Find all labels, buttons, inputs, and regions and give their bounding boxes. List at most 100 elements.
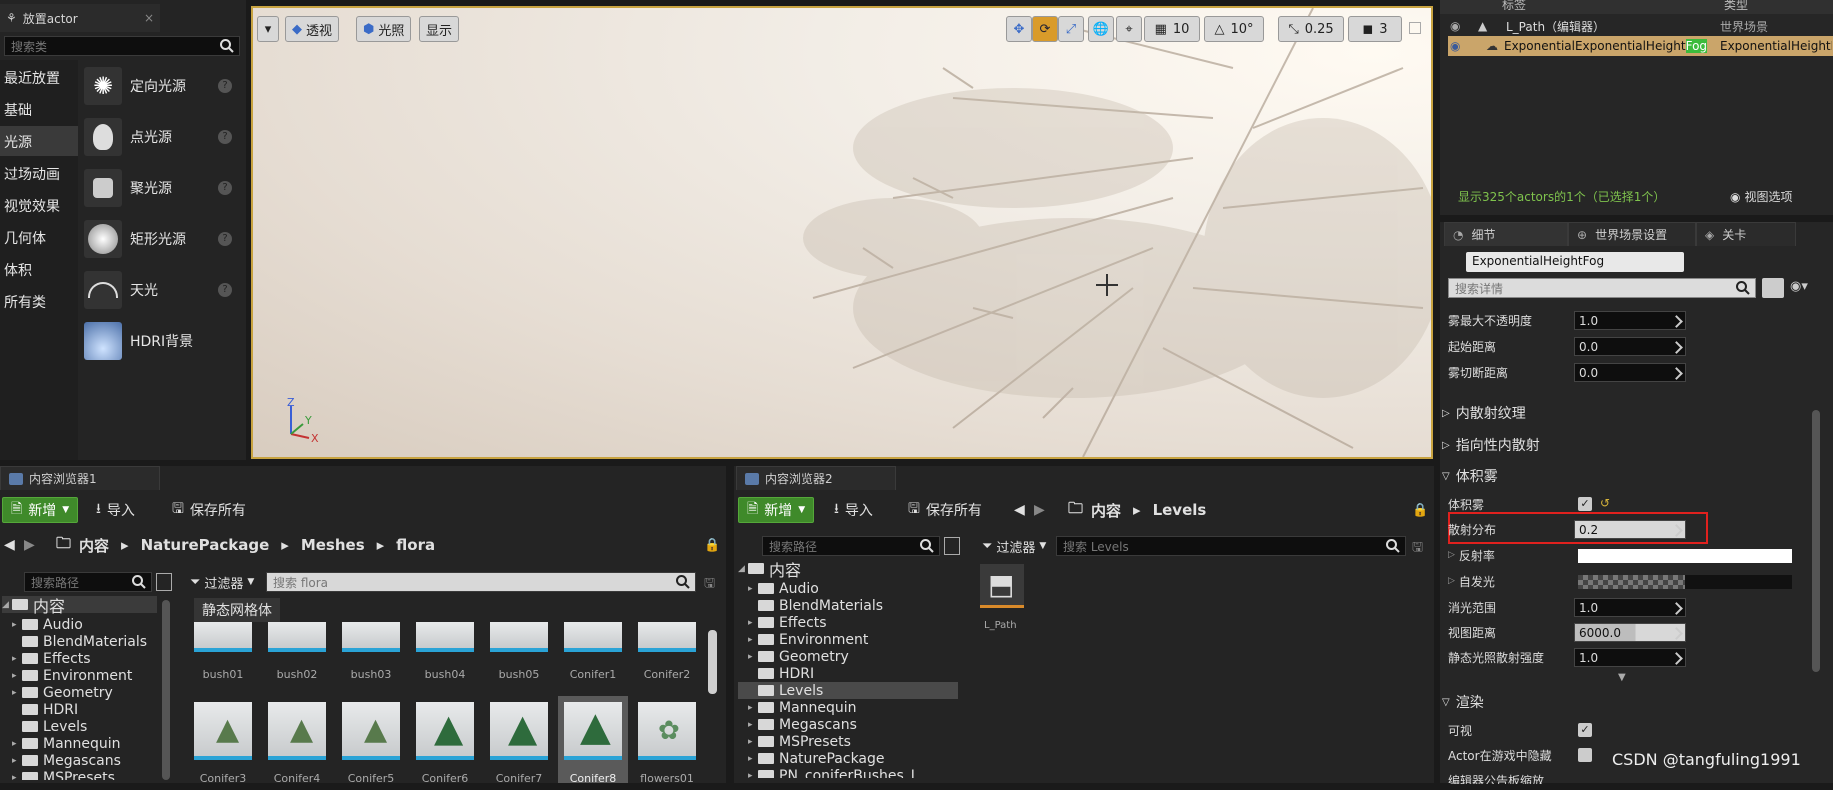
crumb-meshes[interactable]: Meshes — [301, 536, 365, 554]
cb1-tree-scrollbar[interactable] — [162, 600, 170, 780]
help-icon[interactable]: ? — [218, 283, 232, 297]
tree-item-megascans[interactable]: ▸ Megascans — [748, 716, 857, 733]
tree-item-effects[interactable]: ▸ Effects — [12, 650, 91, 667]
tree-item-mspresets[interactable]: ▸ MSPresets — [748, 733, 851, 750]
viewport[interactable]: ZYX ▾ ◆ 透视 ⬢ 光照 显示 ✥ ⟳ ⤢ 🌐 ⌖ ▦ 10 △ 10° ⤡ 0.2… — [251, 6, 1433, 459]
details-tab[interactable]: ◔ 细节 — [1444, 222, 1568, 246]
level-tab[interactable]: ◈ 关卡 — [1696, 222, 1796, 246]
viewport-menu-button[interactable]: ▾ — [257, 16, 279, 42]
tree-item-environment[interactable]: ▸ Environment — [748, 631, 868, 648]
show-button[interactable]: 显示 — [419, 16, 460, 42]
tree-item-pn-conifer-bushes[interactable]: ▸ PN_coniferBushes_I — [748, 767, 915, 778]
outliner-row-level[interactable]: ◉ ▲ L_Path（编辑器） 世界场景 — [1440, 16, 1833, 36]
crumb-nature-package[interactable]: NaturePackage — [141, 536, 270, 554]
cb1-import-button[interactable]: ⭳ 导入 — [96, 497, 135, 523]
albedo-color-swatch[interactable] — [1578, 549, 1792, 563]
hidden-in-game-checkbox[interactable] — [1578, 748, 1592, 762]
cb2-level-asset[interactable]: ⬒ — [980, 564, 1024, 608]
asset-thumb-bush02[interactable] — [268, 622, 326, 652]
cb1-filter-chip[interactable]: 静态网格体 — [194, 598, 280, 622]
object-name-field[interactable]: ExponentialHeightFog — [1466, 252, 1684, 272]
cb2-asset-search[interactable]: 搜索 Levels — [1056, 536, 1406, 556]
tree-item-naturepackage[interactable]: ▸ NaturePackage — [748, 750, 885, 767]
tree-item-blendmaterials[interactable]: BlendMaterials — [748, 597, 883, 614]
tree-item-hdri[interactable]: HDRI — [12, 701, 78, 718]
prop-cutoff-distance-value[interactable]: 0.0 — [1574, 363, 1686, 382]
scale-tool-button[interactable]: ⤢ — [1058, 16, 1084, 42]
content-browser-2-tab[interactable]: 内容浏览器2 — [736, 466, 896, 490]
angle-snap-button[interactable]: △ 10° — [1204, 16, 1264, 42]
crumb-levels[interactable]: Levels — [1153, 501, 1207, 519]
actor-item-rect-light[interactable]: 矩形光源? — [84, 215, 238, 263]
emissive-color-swatch[interactable] — [1578, 575, 1792, 589]
asset-thumb-bush03[interactable] — [342, 622, 400, 652]
category-lights[interactable]: 光源 — [0, 126, 78, 156]
actor-item-hdri-backdrop[interactable]: HDRI背景 — [84, 317, 238, 365]
prop-start-distance-value[interactable]: 0.0 — [1574, 337, 1686, 356]
section-rendering[interactable]: ▽ 渲染 — [1442, 691, 1484, 713]
surface-snap-button[interactable]: ⌖ — [1116, 16, 1142, 42]
view-options-button[interactable]: ◉ 视图选项 — [1730, 188, 1793, 205]
category-geometry[interactable]: 几何体 — [0, 222, 78, 252]
tree-item-geometry[interactable]: ▸ Geometry — [748, 648, 849, 665]
crumb-content[interactable]: 内容 — [79, 535, 109, 556]
perspective-button[interactable]: ◆ 透视 — [285, 16, 340, 42]
category-recent[interactable]: 最近放置 — [0, 62, 78, 92]
category-volumes[interactable]: 体积 — [0, 254, 78, 284]
close-icon[interactable]: × — [144, 11, 154, 25]
prop-extinction-scale-value[interactable]: 1.0 — [1574, 598, 1686, 617]
translate-tool-button[interactable]: ✥ — [1006, 16, 1032, 42]
tree-item-mspresets[interactable]: ▸ MSPresets — [12, 769, 115, 780]
grid-snap-button[interactable]: ▦ 10 — [1144, 16, 1200, 42]
tree-item-geometry[interactable]: ▸ Geometry — [12, 684, 113, 701]
cb1-tree-options-icon[interactable] — [156, 573, 172, 591]
rotate-tool-button[interactable]: ⟳ — [1032, 16, 1058, 42]
place-actors-search[interactable]: 搜索类 — [4, 36, 240, 56]
reset-arrow-icon[interactable]: ↺ — [1600, 496, 1610, 510]
cb1-grid-scrollbar[interactable] — [708, 630, 717, 694]
crumb-flora[interactable]: flora — [396, 536, 435, 554]
tree-item-environment[interactable]: ▸ Environment — [12, 667, 132, 684]
asset-thumb-flowers01[interactable]: ✿ — [638, 702, 696, 760]
prop-static-lighting-scattering-value[interactable]: 1.0 — [1574, 648, 1686, 667]
tree-item-megascans[interactable]: ▸ Megascans — [12, 752, 121, 769]
cb1-asset-search[interactable]: 搜索 flora — [266, 572, 696, 592]
content-browser-1-tab[interactable]: 内容浏览器1 — [0, 466, 160, 490]
help-icon[interactable]: ? — [218, 181, 232, 195]
cb2-tree-options-icon[interactable] — [944, 537, 960, 555]
asset-thumb-conifer6[interactable]: ▲ — [416, 702, 474, 760]
cb2-add-new-button[interactable]: 🗎 新增 ▼ — [738, 497, 815, 523]
tree-item-content[interactable]: ◢ 内容 — [2, 596, 157, 616]
place-actors-tab[interactable]: ⚘ 放置actor × — [0, 4, 160, 32]
actor-item-directional-light[interactable]: ✺ 定向光源? — [84, 62, 238, 110]
cb1-path-search[interactable]: 搜索路径 — [24, 572, 152, 592]
expand-advanced-icon[interactable]: ▼ — [1618, 672, 1626, 683]
section-inscattering-texture[interactable]: ▷ 内散射纹理 — [1442, 402, 1526, 424]
tree-item-audio[interactable]: ▸ Audio — [748, 580, 819, 597]
help-icon[interactable]: ? — [218, 79, 232, 93]
cb1-save-all-button[interactable]: 🖫 保存所有 — [172, 497, 246, 523]
scale-snap-button[interactable]: ⤡ 0.25 — [1278, 16, 1344, 42]
tree-item-levels[interactable]: Levels — [12, 718, 87, 735]
help-icon[interactable]: ? — [218, 232, 232, 246]
visible-checkbox[interactable]: ✓ — [1578, 723, 1592, 737]
tree-item-mannequin[interactable]: ▸ Mannequin — [12, 735, 121, 752]
section-directional-inscattering[interactable]: ▷ 指向性内散射 — [1442, 434, 1540, 456]
details-search[interactable]: 搜索详情 — [1448, 278, 1756, 298]
category-visual-effects[interactable]: 视觉效果 — [0, 190, 78, 220]
category-cinematic[interactable]: 过场动画 — [0, 158, 78, 188]
tree-item-content[interactable]: ◢ 内容 — [738, 560, 801, 580]
actor-item-sky-light[interactable]: 天光? — [84, 266, 238, 314]
asset-thumb-bush05[interactable] — [490, 622, 548, 652]
cb2-import-button[interactable]: ⭳ 导入 — [834, 497, 873, 523]
lock-icon[interactable]: 🔒 — [704, 538, 720, 553]
asset-thumb-conifer4[interactable]: ▲ — [268, 702, 326, 760]
camera-speed-button[interactable]: ◼ 3 — [1348, 16, 1402, 42]
actor-item-spot-light[interactable]: 聚光源? — [84, 164, 238, 212]
tree-item-levels[interactable]: Levels — [738, 682, 958, 699]
asset-thumb-conifer8[interactable]: ▲ — [564, 702, 622, 760]
cb1-forward-icon[interactable]: ▶ — [24, 532, 35, 558]
asset-thumb-conifer7[interactable]: ▲ — [490, 702, 548, 760]
asset-thumb-conifer2[interactable] — [638, 622, 696, 652]
cb1-filters-button[interactable]: ⏷ 过滤器 ▼ — [190, 569, 254, 595]
